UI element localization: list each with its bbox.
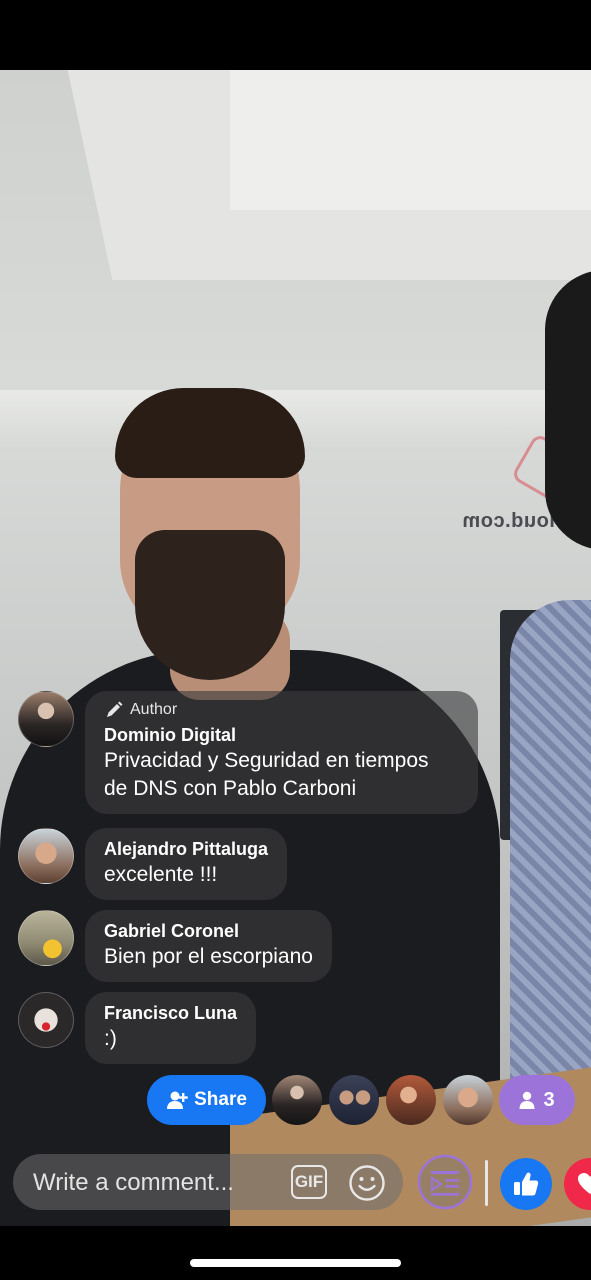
- avatar[interactable]: [18, 691, 74, 747]
- separator: [485, 1160, 488, 1206]
- comment-item[interactable]: Gabriel Coronel Bien por el escorpiano: [18, 910, 332, 982]
- viewer-avatar[interactable]: [272, 1075, 322, 1125]
- commenter-name[interactable]: Francisco Luna: [104, 1001, 237, 1025]
- avatar[interactable]: [18, 992, 74, 1048]
- comment-item[interactable]: Author Dominio Digital Privacidad y Segu…: [18, 691, 478, 814]
- comment-bubble: Francisco Luna :): [85, 992, 257, 1064]
- author-badge: Author: [104, 700, 459, 720]
- viewer-avatar[interactable]: [329, 1075, 379, 1125]
- avatar[interactable]: [18, 910, 74, 966]
- speaker-beard: [135, 530, 285, 680]
- heart-icon: [578, 1173, 591, 1194]
- pencil-icon: [107, 701, 123, 717]
- add-person-icon: [167, 1091, 188, 1109]
- comment-text: :): [104, 1027, 117, 1050]
- comment-text: Bien por el escorpiano: [104, 945, 313, 968]
- gif-icon[interactable]: GIF: [291, 1165, 327, 1199]
- commenter-name[interactable]: Dominio Digital: [104, 723, 459, 747]
- comment-text: de DNS con Pablo Carboni: [104, 777, 357, 800]
- ceiling-panel: [230, 70, 591, 210]
- speaker-hair: [115, 388, 305, 478]
- share-label: Share: [194, 1089, 247, 1110]
- viewer-count-pill[interactable]: 3: [499, 1075, 575, 1125]
- commenter-name[interactable]: Alejandro Pittaluga: [104, 837, 268, 861]
- gif-label: GIF: [294, 1172, 324, 1191]
- author-badge-label: Author: [130, 701, 178, 718]
- comment-bubble: Gabriel Coronel Bien por el escorpiano: [85, 910, 332, 982]
- viewer-avatar[interactable]: [443, 1075, 493, 1125]
- thumbs-up-icon: [514, 1172, 539, 1196]
- viewer-avatar[interactable]: [386, 1075, 436, 1125]
- share-button[interactable]: Share: [147, 1075, 266, 1125]
- video-queue-icon[interactable]: [417, 1154, 473, 1210]
- like-button[interactable]: [500, 1158, 552, 1210]
- smiley-icon[interactable]: [348, 1164, 386, 1202]
- comment-text: excelente !!!: [104, 863, 218, 886]
- comment-input-bar: [13, 1154, 403, 1210]
- comment-item[interactable]: Francisco Luna :): [18, 992, 257, 1064]
- comment-bubble: Author Dominio Digital Privacidad y Segu…: [85, 691, 478, 814]
- home-indicator[interactable]: [190, 1259, 401, 1267]
- person-icon: [519, 1091, 535, 1109]
- comment-item[interactable]: Alejandro Pittaluga excelente !!!: [18, 828, 288, 900]
- comment-bubble: Alejandro Pittaluga excelente !!!: [85, 828, 288, 900]
- person-right-hair: [545, 270, 591, 550]
- commenter-name[interactable]: Gabriel Coronel: [104, 919, 313, 943]
- viewer-count: 3: [543, 1088, 555, 1111]
- comment-input[interactable]: [31, 1162, 285, 1204]
- avatar[interactable]: [18, 828, 74, 884]
- comment-text: Privacidad y Seguridad en tiempos: [104, 749, 429, 772]
